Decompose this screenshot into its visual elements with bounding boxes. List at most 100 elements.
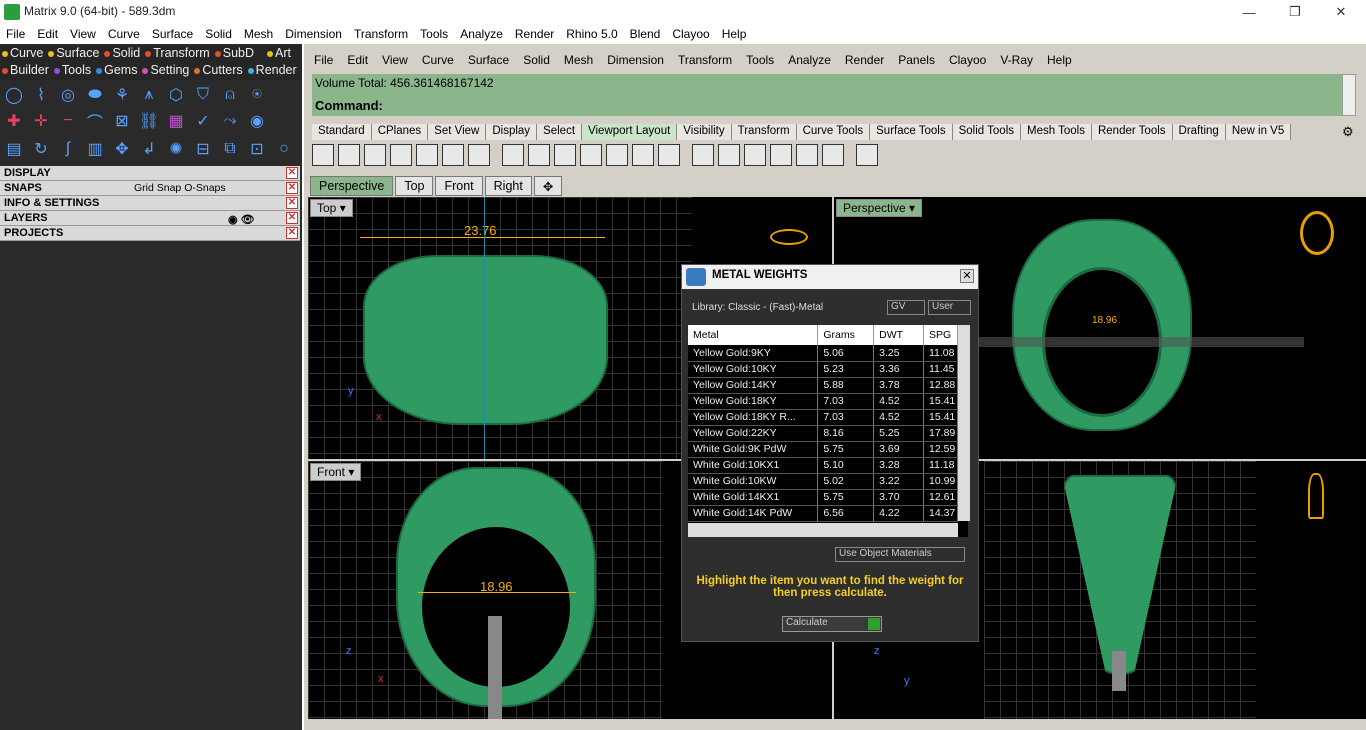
plugin-tools[interactable]: Tools xyxy=(53,63,91,80)
table-row[interactable]: Yellow Gold:18KY 7.03 4.52 15.41 xyxy=(688,393,959,410)
menu-rhino5[interactable]: Rhino 5.0 xyxy=(560,24,623,44)
menu-mesh[interactable]: Mesh xyxy=(238,24,279,44)
minimize-button[interactable]: — xyxy=(1226,0,1272,24)
link-tool-icon[interactable]: ⛓ xyxy=(137,109,161,133)
bend-tool-icon[interactable]: ↲ xyxy=(137,137,161,161)
plugin-render[interactable]: Render xyxy=(247,63,297,80)
add-viewport-tab[interactable]: ✥ xyxy=(533,176,563,196)
capture-icon[interactable] xyxy=(822,144,844,166)
viewport-label[interactable]: Front ▾ xyxy=(310,463,362,481)
split-horizontal-icon[interactable] xyxy=(442,144,464,166)
head-tool-icon[interactable]: ⩚ xyxy=(137,83,161,107)
table-vertical-scrollbar[interactable] xyxy=(958,325,970,521)
viewport-label[interactable]: Perspective ▾ xyxy=(836,199,923,217)
zoom-icon[interactable] xyxy=(528,144,550,166)
shield-tool-icon[interactable]: ⛉ xyxy=(191,83,215,107)
viewport-label[interactable]: Top ▾ xyxy=(310,199,353,217)
plugin-builder[interactable]: Builder xyxy=(2,63,49,80)
remove-point-icon[interactable]: − xyxy=(56,109,80,133)
viewport-tab-top[interactable]: Top xyxy=(395,176,434,196)
table-row[interactable]: Yellow Gold:18KY R... 7.03 4.52 15.41 xyxy=(688,409,959,426)
new-viewport-icon[interactable] xyxy=(390,144,412,166)
menu-transform[interactable]: Transform xyxy=(672,50,740,70)
viewport-tab-perspective[interactable]: Perspective xyxy=(310,176,394,196)
table-row[interactable]: Yellow Gold:22KY 8.16 5.25 17.89 xyxy=(688,425,959,442)
menu-help[interactable]: Help xyxy=(1041,50,1080,70)
panel-display[interactable]: DISPLAY ✕ xyxy=(0,166,300,181)
color-icon[interactable] xyxy=(658,144,680,166)
menu-render[interactable]: Render xyxy=(839,50,892,70)
plugin-gems[interactable]: Gems xyxy=(96,63,137,80)
user-toggle[interactable]: User xyxy=(928,300,971,315)
tab-surface-tools[interactable]: Surface Tools xyxy=(870,124,953,140)
menu-blend[interactable]: Blend xyxy=(624,24,667,44)
open-folder-icon[interactable] xyxy=(796,144,818,166)
table-row[interactable]: White Gold:14KX1 5.75 3.70 12.61 xyxy=(688,489,959,506)
tab-display[interactable]: Display xyxy=(486,124,538,140)
maximize-button[interactable]: ❐ xyxy=(1272,0,1318,24)
menu-edit[interactable]: Edit xyxy=(31,24,64,44)
rotate-view-icon[interactable] xyxy=(606,144,628,166)
panel-projects[interactable]: PROJECTS ✕ xyxy=(0,226,300,241)
table-row[interactable]: White Gold:10KX1 5.10 3.28 11.18 xyxy=(688,457,959,474)
check-tool-icon[interactable]: ✓ xyxy=(191,109,215,133)
menu-tools[interactable]: Tools xyxy=(740,50,782,70)
menu-vray[interactable]: V-Ray xyxy=(994,50,1041,70)
floating-viewport-icon[interactable] xyxy=(416,144,438,166)
menu-file[interactable]: File xyxy=(0,24,31,44)
tab-render-tools[interactable]: Render Tools xyxy=(1091,124,1173,140)
column-header[interactable]: DWT xyxy=(873,325,924,345)
bars-tool-icon[interactable]: ▥ xyxy=(83,137,107,161)
use-object-materials-button[interactable]: Use Object Materials xyxy=(835,547,965,562)
print-icon[interactable] xyxy=(856,144,878,166)
tab-mesh-tools[interactable]: Mesh Tools xyxy=(1021,124,1092,140)
page-icon[interactable] xyxy=(692,144,714,166)
tab-curve-tools[interactable]: Curve Tools xyxy=(796,124,871,140)
command-input[interactable]: Command: xyxy=(312,96,1342,116)
table-row[interactable]: Yellow Gold:10KY 5.23 3.36 11.45 xyxy=(688,361,959,378)
close-icon[interactable]: ✕ xyxy=(286,227,298,239)
viewport-tab-front[interactable]: Front xyxy=(435,176,483,196)
menu-curve[interactable]: Curve xyxy=(416,50,462,70)
menu-help[interactable]: Help xyxy=(716,24,753,44)
menu-file[interactable]: File xyxy=(308,50,341,70)
split-tool-icon[interactable]: ⊠ xyxy=(110,109,134,133)
menu-solid[interactable]: Solid xyxy=(199,24,238,44)
tab-new-in-v5[interactable]: New in V5 xyxy=(1225,124,1292,140)
mirror-tool-icon[interactable]: ⧉ xyxy=(218,137,242,161)
calculate-button[interactable]: Calculate xyxy=(782,616,882,632)
menu-curve[interactable]: Curve xyxy=(102,24,146,44)
grid-toggle-icon[interactable] xyxy=(580,144,602,166)
close-icon[interactable]: ✕ xyxy=(960,269,974,283)
column-header[interactable]: SPG xyxy=(923,325,959,345)
gear-icon[interactable]: ⚙ xyxy=(1342,124,1354,140)
loft-tool-icon[interactable]: ⬬ xyxy=(83,83,107,107)
arc-tool-icon[interactable]: ⌒ xyxy=(83,109,107,133)
four-viewports-icon[interactable] xyxy=(312,144,334,166)
eye-icon[interactable]: ◉ 👁 xyxy=(228,213,255,226)
menu-solid[interactable]: Solid xyxy=(517,50,558,70)
menu-surface[interactable]: Surface xyxy=(146,24,199,44)
menu-surface[interactable]: Surface xyxy=(462,50,517,70)
menu-clayoo[interactable]: Clayoo xyxy=(666,24,715,44)
table-row[interactable]: White Gold:14K PdW 6.56 4.22 14.37 xyxy=(688,505,959,522)
signet-tool-icon[interactable]: ⍟ xyxy=(245,83,269,107)
tab-visibility[interactable]: Visibility xyxy=(677,124,732,140)
plugin-art[interactable]: Art xyxy=(267,46,291,63)
tube-tool-icon[interactable]: ⤳ xyxy=(218,109,242,133)
menu-view[interactable]: View xyxy=(64,24,102,44)
curve-tool-icon[interactable]: ⌇ xyxy=(29,83,53,107)
tab-cplanes[interactable]: CPlanes xyxy=(371,124,429,140)
tab-select[interactable]: Select xyxy=(537,124,583,140)
tab-solid-tools[interactable]: Solid Tools xyxy=(952,124,1021,140)
menu-view[interactable]: View xyxy=(376,50,416,70)
column-header[interactable]: Metal xyxy=(688,325,819,345)
close-icon[interactable]: ✕ xyxy=(286,182,298,194)
pattern-tool-icon[interactable]: ▦ xyxy=(164,109,188,133)
snaps-options[interactable]: Grid Snap O-Snaps xyxy=(134,182,226,194)
menu-dimension[interactable]: Dimension xyxy=(601,50,672,70)
table-row[interactable]: White Gold:9K PdW 5.75 3.69 12.59 xyxy=(688,441,959,458)
plugin-solid[interactable]: Solid xyxy=(104,46,140,63)
panel-layers[interactable]: LAYERS ◉ 👁 ✕ xyxy=(0,211,300,226)
viewport-tab-right[interactable]: Right xyxy=(484,176,532,196)
